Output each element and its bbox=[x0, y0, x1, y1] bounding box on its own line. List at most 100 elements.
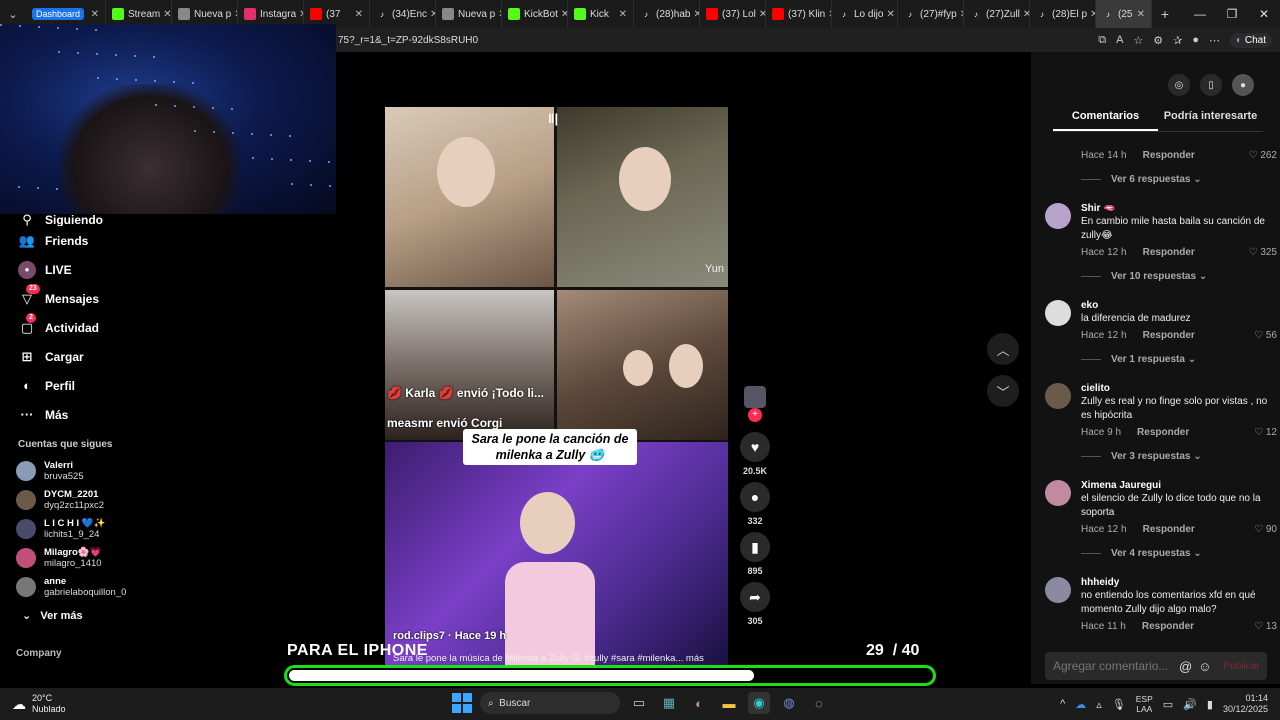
discord-icon[interactable]: ◍ bbox=[778, 692, 800, 714]
close-tab-icon[interactable]: ✕ bbox=[1020, 9, 1029, 20]
network-icon[interactable]: ▵ bbox=[1096, 698, 1102, 711]
followed-account[interactable]: anne gabrielaboquillon_0 bbox=[0, 572, 180, 601]
close-tab-icon[interactable]: ✕ bbox=[296, 9, 303, 20]
followed-account[interactable]: Milagro🌸💗 milagro_1410 bbox=[0, 543, 180, 572]
see-more-button[interactable]: ⌄ Ver más bbox=[0, 601, 180, 622]
view-replies-button[interactable]: Ver 3 respuestas ⌄ bbox=[1081, 450, 1277, 462]
taskbar-search[interactable]: ⌕ Buscar bbox=[480, 692, 620, 714]
save-action[interactable]: ▮ 895 bbox=[738, 532, 772, 576]
like-action[interactable]: ♥ 20.5K bbox=[738, 432, 772, 476]
bookmark-icon[interactable]: ▮ bbox=[740, 532, 770, 562]
comment-likes[interactable]: ♡ 13 bbox=[1254, 621, 1277, 632]
close-tab-icon[interactable]: ✕ bbox=[352, 9, 363, 20]
file-explorer-icon[interactable]: ▬ bbox=[718, 692, 740, 714]
browser-tab[interactable]: (37) Lol✕ bbox=[700, 0, 766, 28]
browser-tab[interactable]: ♪ (28)hab✕ bbox=[634, 0, 700, 28]
task-view-icon[interactable]: ▭ bbox=[628, 692, 650, 714]
comment-author[interactable]: Shir 🫦 bbox=[1081, 203, 1277, 215]
comment-action[interactable]: ● 332 bbox=[738, 482, 772, 526]
favorite-star-icon[interactable]: ☆ bbox=[1133, 34, 1143, 47]
reply-button[interactable]: Responder bbox=[1143, 524, 1195, 535]
share-action[interactable]: ➦ 305 bbox=[738, 582, 772, 626]
close-tab-icon[interactable]: ✕ bbox=[1087, 9, 1095, 20]
avatar[interactable] bbox=[1045, 383, 1071, 409]
creator-avatar[interactable] bbox=[738, 386, 772, 408]
close-tab-icon[interactable]: ✕ bbox=[957, 9, 963, 20]
close-tab-icon[interactable]: ✕ bbox=[495, 9, 501, 20]
reply-button[interactable]: Responder bbox=[1142, 621, 1194, 632]
close-tab-icon[interactable]: ✕ bbox=[616, 9, 627, 20]
sidebar-item-messages[interactable]: ▽ 23 Mensajes bbox=[0, 283, 180, 313]
open-external-icon[interactable]: ⧉ bbox=[1098, 34, 1106, 47]
chevron-up-icon[interactable]: ︿ bbox=[987, 333, 1019, 365]
battery-icon[interactable]: ▮ bbox=[1207, 698, 1213, 711]
close-tab-icon[interactable]: ✕ bbox=[883, 9, 894, 20]
video-player[interactable]: Yun ‖| 💋 Karla 💋 envió ¡Todo li... measm… bbox=[385, 107, 728, 667]
language-indicator[interactable]: ESP LAA bbox=[1136, 694, 1153, 714]
copilot-chat-button[interactable]: ◐ Chat bbox=[1230, 32, 1272, 48]
avatar[interactable] bbox=[1045, 203, 1071, 229]
reply-button[interactable]: Responder bbox=[1143, 150, 1195, 161]
mention-icon[interactable]: @ bbox=[1179, 659, 1192, 674]
sidebar-item-profile[interactable]: ◐ Perfil bbox=[0, 371, 180, 400]
follow-plus-button[interactable]: + bbox=[748, 408, 762, 422]
emoji-icon[interactable]: ☺ bbox=[1198, 659, 1211, 674]
close-tab-icon[interactable]: ✕ bbox=[231, 9, 237, 20]
reply-button[interactable]: Responder bbox=[1143, 330, 1195, 341]
browser-tab[interactable]: ♪ (27)#fyp✕ bbox=[898, 0, 964, 28]
windows-start-icon[interactable] bbox=[452, 693, 472, 713]
compass-icon[interactable]: ◎ bbox=[1168, 74, 1190, 96]
tab-list-chevron-icon[interactable]: ⌄ bbox=[0, 8, 26, 21]
tab-might-interest[interactable]: Podría interesarte bbox=[1158, 110, 1263, 131]
edge-browser-icon[interactable]: ◉ bbox=[748, 692, 770, 714]
menu-dots-icon[interactable]: ⋯ bbox=[1209, 34, 1220, 47]
close-tab-icon[interactable]: ✕ bbox=[160, 9, 171, 20]
browser-tab[interactable]: KickBot✕ bbox=[502, 0, 568, 28]
clock[interactable]: 01:14 30/12/2025 bbox=[1223, 693, 1268, 715]
maximize-button[interactable]: ❐ bbox=[1216, 7, 1248, 21]
comment-author[interactable]: hhheidy bbox=[1081, 577, 1277, 589]
close-tab-icon[interactable]: ✕ bbox=[756, 9, 765, 20]
close-tab-icon[interactable]: ✕ bbox=[1134, 9, 1145, 20]
browser-tab[interactable]: Nueva p✕ bbox=[436, 0, 502, 28]
view-replies-button[interactable]: Ver 10 respuestas ⌄ bbox=[1081, 270, 1277, 282]
comment-input[interactable] bbox=[1053, 659, 1173, 673]
weather-widget[interactable]: ☁ 20°C Nublado bbox=[0, 693, 200, 715]
copilot-icon[interactable]: ◐ bbox=[688, 692, 710, 714]
comment-likes[interactable]: ♡ 56 bbox=[1254, 330, 1277, 341]
followed-account[interactable]: Valerri bruva525 bbox=[0, 456, 180, 485]
chevron-up-icon[interactable]: ^ bbox=[1060, 698, 1065, 710]
share-icon[interactable]: ➦ bbox=[740, 582, 770, 612]
url-field[interactable]: 75?_r=1&_t=ZP-92dkS8sRUH0 bbox=[336, 35, 478, 46]
translate-icon[interactable]: A bbox=[1116, 34, 1123, 46]
sidebar-item-more[interactable]: ··· Más bbox=[0, 400, 180, 429]
browser-tab[interactable]: ♪ Lo dijo ✕ bbox=[832, 0, 898, 28]
video-author[interactable]: rod.clips7 · Hace 19 h bbox=[393, 630, 506, 642]
favorites-icon[interactable]: ✰ bbox=[1173, 34, 1182, 47]
close-tab-icon[interactable]: ✕ bbox=[690, 9, 699, 20]
browser-tab[interactable]: ♪ (28)El p✕ bbox=[1030, 0, 1096, 28]
pause-icon[interactable]: ‖| bbox=[548, 111, 558, 126]
view-replies-button[interactable]: Ver 4 respuestas ⌄ bbox=[1081, 547, 1277, 559]
sidebar-item-friends[interactable]: 👥 Friends bbox=[0, 226, 180, 255]
close-tab-icon[interactable]: ✕ bbox=[825, 9, 831, 20]
video-description[interactable]: Sara le pone la música de Milenka a Zull… bbox=[393, 653, 704, 664]
avatar[interactable]: ● bbox=[1232, 74, 1254, 96]
browser-tab[interactable]: ♪ (25 ✕ bbox=[1096, 0, 1152, 28]
avatar[interactable] bbox=[1045, 480, 1071, 506]
close-window-button[interactable]: ✕ bbox=[1248, 7, 1280, 21]
view-replies-button[interactable]: Ver 6 respuestas ⌄ bbox=[1081, 173, 1277, 185]
avatar[interactable] bbox=[744, 386, 766, 408]
company-link[interactable]: Company bbox=[0, 622, 180, 659]
comment-icon[interactable]: ● bbox=[740, 482, 770, 512]
comment-likes[interactable]: ♡ 12 bbox=[1254, 427, 1277, 438]
device-icon[interactable]: ▯ bbox=[1200, 74, 1222, 96]
close-tab-icon[interactable]: ✕ bbox=[558, 9, 567, 20]
profile-avatar-icon[interactable]: ● bbox=[1192, 34, 1199, 46]
close-tab-icon[interactable]: ✕ bbox=[88, 9, 99, 20]
comment-likes[interactable]: ♡ 325 bbox=[1249, 247, 1277, 258]
display-icon[interactable]: ▭ bbox=[1163, 698, 1173, 711]
comment-likes[interactable]: ♡ 90 bbox=[1254, 524, 1277, 535]
comment-author[interactable]: Ximena Jauregui bbox=[1081, 480, 1277, 492]
followed-account[interactable]: DYCM_2201 dyq2zc11pxc2 bbox=[0, 485, 180, 514]
